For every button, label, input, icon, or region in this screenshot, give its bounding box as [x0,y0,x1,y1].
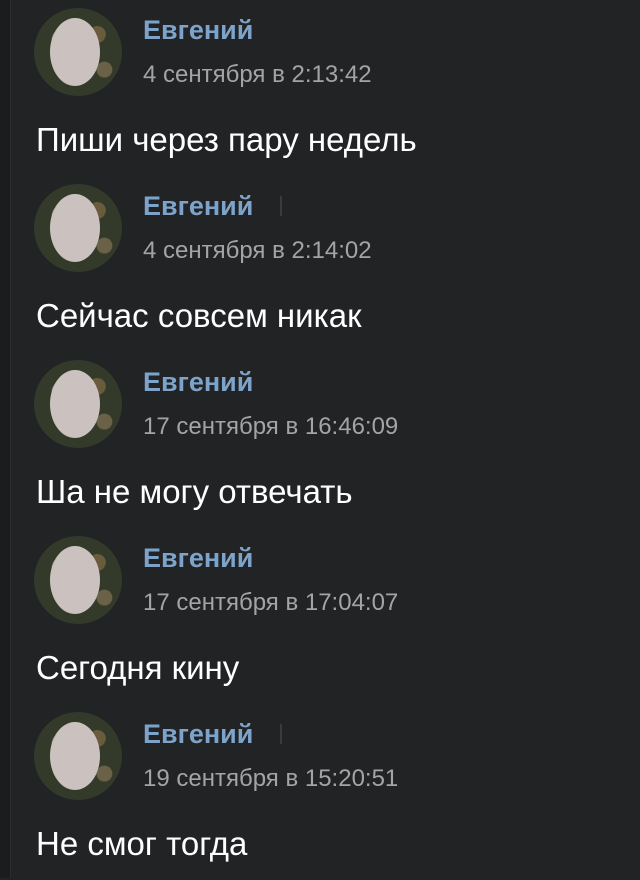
message-item: Евгений 17 сентября в 17:04:07 Сегодня к… [0,528,640,704]
author-name[interactable]: Евгений [143,542,253,574]
message-text: Ша не могу отвечать [36,473,353,510]
message-text: Сейчас совсем никак [36,297,362,334]
message-text: Пиши через пару недель [36,121,417,158]
avatar-blur [50,722,100,790]
author-name[interactable]: Евгений [143,190,253,222]
message-item: Евгений 4 сентября в 2:14:02 Сейчас совс… [0,176,640,352]
avatar[interactable] [34,8,122,96]
author-name[interactable]: Евгений [143,366,253,398]
author-name[interactable]: Евгений [143,718,253,750]
message-feed: Евгений 4 сентября в 2:13:42 Пиши через … [0,0,640,878]
message-timestamp[interactable]: 19 сентября в 15:20:51 [143,764,398,794]
message-item: Евгений 19 сентября в 15:20:51 Не смог т… [0,704,640,880]
avatar[interactable] [34,536,122,624]
message-item: Евгений 17 сентября в 16:46:09 Ша не мог… [0,352,640,528]
message-item: Евгений 4 сентября в 2:13:42 Пиши через … [0,0,640,176]
avatar-blur [50,546,100,614]
message-timestamp[interactable]: 4 сентября в 2:14:02 [143,236,372,266]
author-name[interactable]: Евгений [143,14,253,46]
author-mark [280,196,282,216]
message-timestamp[interactable]: 17 сентября в 17:04:07 [143,588,398,618]
message-timestamp[interactable]: 17 сентября в 16:46:09 [143,412,398,442]
avatar[interactable] [34,360,122,448]
message-timestamp[interactable]: 4 сентября в 2:13:42 [143,60,372,90]
message-text: Не смог тогда [36,825,248,862]
avatar-blur [50,194,100,262]
avatar-blur [50,370,100,438]
author-mark [280,724,282,744]
avatar[interactable] [34,712,122,800]
avatar[interactable] [34,184,122,272]
avatar-blur [50,18,100,86]
message-text: Сегодня кину [36,649,240,686]
